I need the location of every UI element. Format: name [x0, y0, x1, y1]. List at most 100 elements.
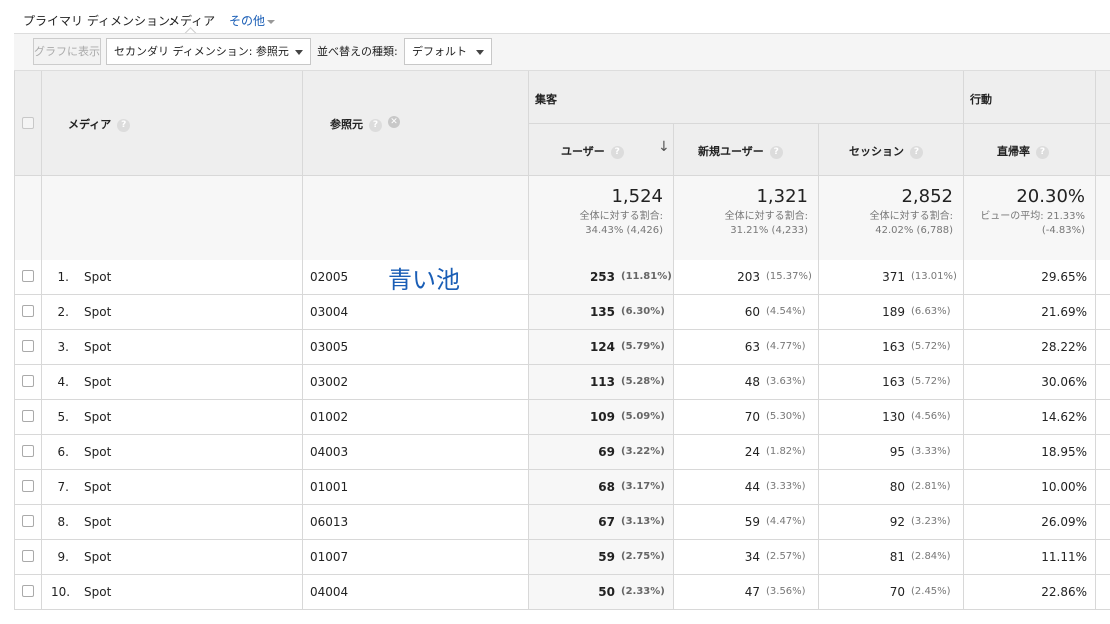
row-checkbox[interactable] [22, 305, 34, 317]
row-checkbox[interactable] [22, 375, 34, 387]
header-source[interactable]: 参照元? ✕ [330, 116, 400, 132]
table-row[interactable]: 1. Spot 02005 253 (11.81%) 203 (15.37%) 371 (13.… [14, 260, 1110, 295]
row-checkbox[interactable] [22, 340, 34, 352]
row-sessions-value: 371 [882, 270, 905, 284]
sort-type-label: 並べ替えの種類: [317, 45, 398, 58]
row-sessions-percent: (2.81%) [911, 481, 951, 492]
row-medium-link[interactable]: Spot [84, 585, 111, 599]
row-new-users-percent: (4.54%) [766, 306, 806, 317]
plot-rows-button[interactable]: グラフに表示 [33, 38, 101, 65]
table-row[interactable]: 7. Spot 01001 68 (3.17%) 44 (3.33%) 80 (2.81%) 10… [14, 470, 1110, 505]
row-sessions-percent: (5.72%) [911, 341, 951, 352]
row-users-percent: (2.33%) [621, 586, 665, 597]
summary-users-total: 34.43% (4,426) [585, 225, 663, 236]
row-checkbox[interactable] [22, 445, 34, 457]
primary-dimension-label: プライマリ ディメンション: [23, 14, 175, 28]
other-dimension-link[interactable]: その他 [229, 12, 276, 29]
header-bounce-rate[interactable]: 直帰率? [997, 143, 1049, 159]
row-users-value: 69 [598, 445, 615, 459]
row-medium-link[interactable]: Spot [84, 305, 111, 319]
table-row[interactable]: 10. Spot 04004 50 (2.33%) 47 (3.56%) 70 (2.45%) 2… [14, 575, 1110, 610]
row-users-value: 50 [598, 585, 615, 599]
row-source-link[interactable]: 03004 [310, 305, 348, 319]
help-icon[interactable]: ? [369, 118, 382, 132]
row-new-users-value: 48 [744, 375, 760, 389]
row-new-users-value: 59 [744, 515, 760, 529]
table-row[interactable]: 6. Spot 04003 69 (3.22%) 24 (1.82%) 95 (3.33%) 18… [14, 435, 1110, 470]
primary-dimension-medium[interactable]: メディア [168, 12, 215, 29]
row-users-value: 67 [598, 515, 615, 529]
row-medium-link[interactable]: Spot [84, 270, 111, 284]
row-source-link[interactable]: 01001 [310, 480, 348, 494]
table-left-border [14, 71, 15, 610]
table-toolbar: グラフに表示 セカンダリ ディメンション: 参照元 並べ替えの種類: デフォルト [14, 34, 1110, 71]
header-divider [529, 123, 1110, 124]
row-users-value: 68 [598, 480, 615, 494]
help-icon[interactable]: ? [610, 145, 624, 159]
header-acquisition: 集客 [535, 93, 557, 106]
row-checkbox[interactable] [22, 270, 34, 282]
row-medium-link[interactable]: Spot [84, 340, 111, 354]
sort-descending-arrow-icon[interactable]: ↓ [658, 139, 670, 155]
summary-new-users-caption: 全体に対する割合: [724, 211, 808, 222]
row-medium-link[interactable]: Spot [84, 515, 111, 529]
row-users-percent: (11.81%) [621, 271, 672, 282]
row-users-percent: (5.79%) [621, 341, 665, 352]
row-medium-link[interactable]: Spot [84, 480, 111, 494]
table-row[interactable]: 5. Spot 01002 109 (5.09%) 70 (5.30%) 130 (4.56%)… [14, 400, 1110, 435]
help-icon[interactable]: ? [117, 118, 131, 132]
row-checkbox[interactable] [22, 515, 34, 527]
table-row[interactable]: 8. Spot 06013 67 (3.13%) 59 (4.47%) 92 (3.23%) 26… [14, 505, 1110, 540]
row-number: 6. [57, 445, 69, 459]
row-users-percent: (3.13%) [621, 516, 665, 527]
help-icon[interactable]: ? [910, 145, 923, 159]
row-users-percent: (3.22%) [621, 446, 665, 457]
row-new-users-value: 34 [744, 550, 760, 564]
table-row[interactable]: 9. Spot 01007 59 (2.75%) 34 (2.57%) 81 (2.84%) 11… [14, 540, 1110, 575]
header-users[interactable]: ユーザー? [561, 143, 624, 159]
row-checkbox[interactable] [22, 550, 34, 562]
table-row[interactable]: 4. Spot 03002 113 (5.28%) 48 (3.63%) 163 (5.72%)… [14, 365, 1110, 400]
row-sessions-value: 70 [889, 585, 905, 599]
header-sessions[interactable]: セッション? [849, 143, 923, 159]
row-medium-link[interactable]: Spot [84, 410, 111, 424]
summary-sessions-value: 2,852 [901, 186, 953, 207]
row-source-link[interactable]: 01007 [310, 550, 348, 564]
column-divider [963, 71, 964, 610]
row-source-link[interactable]: 03002 [310, 375, 348, 389]
row-medium-link[interactable]: Spot [84, 375, 111, 389]
row-new-users-percent: (2.57%) [766, 551, 806, 562]
sort-type-dropdown[interactable]: デフォルト [404, 38, 492, 65]
row-new-users-percent: (4.77%) [766, 341, 806, 352]
dropdown-arrow-icon [476, 50, 484, 55]
dropdown-arrow-icon [295, 50, 303, 55]
row-checkbox[interactable] [22, 410, 34, 422]
select-all-checkbox[interactable] [22, 117, 34, 129]
header-medium[interactable]: メディア? [68, 116, 131, 132]
help-icon[interactable]: ? [1036, 145, 1049, 159]
row-source-link[interactable]: 04004 [310, 585, 348, 599]
row-number: 3. [57, 340, 69, 354]
summary-users-caption: 全体に対する割合: [579, 211, 663, 222]
row-number: 9. [57, 550, 69, 564]
summary-sessions-total: 42.02% (6,788) [875, 225, 953, 236]
help-icon[interactable]: ? [769, 145, 783, 159]
row-sessions-percent: (2.84%) [911, 551, 951, 562]
row-sessions-value: 80 [889, 480, 905, 494]
row-new-users-value: 24 [744, 445, 760, 459]
row-source-link[interactable]: 02005 [310, 270, 348, 284]
row-source-link[interactable]: 01002 [310, 410, 348, 424]
table-row[interactable]: 3. Spot 03005 124 (5.79%) 63 (4.77%) 163 (5.72%)… [14, 330, 1110, 365]
table-row[interactable]: 2. Spot 03004 135 (6.30%) 60 (4.54%) 189 (6.63%)… [14, 295, 1110, 330]
row-source-link[interactable]: 03005 [310, 340, 348, 354]
row-source-link[interactable]: 04003 [310, 445, 348, 459]
row-source-link[interactable]: 06013 [310, 515, 348, 529]
row-bounce-rate: 30.06% [1041, 375, 1087, 389]
row-medium-link[interactable]: Spot [84, 445, 111, 459]
remove-dimension-icon[interactable]: ✕ [388, 116, 400, 128]
header-new-users[interactable]: 新規ユーザー? [698, 143, 783, 159]
secondary-dimension-dropdown[interactable]: セカンダリ ディメンション: 参照元 [106, 38, 311, 65]
row-checkbox[interactable] [22, 480, 34, 492]
row-medium-link[interactable]: Spot [84, 550, 111, 564]
row-checkbox[interactable] [22, 585, 34, 597]
